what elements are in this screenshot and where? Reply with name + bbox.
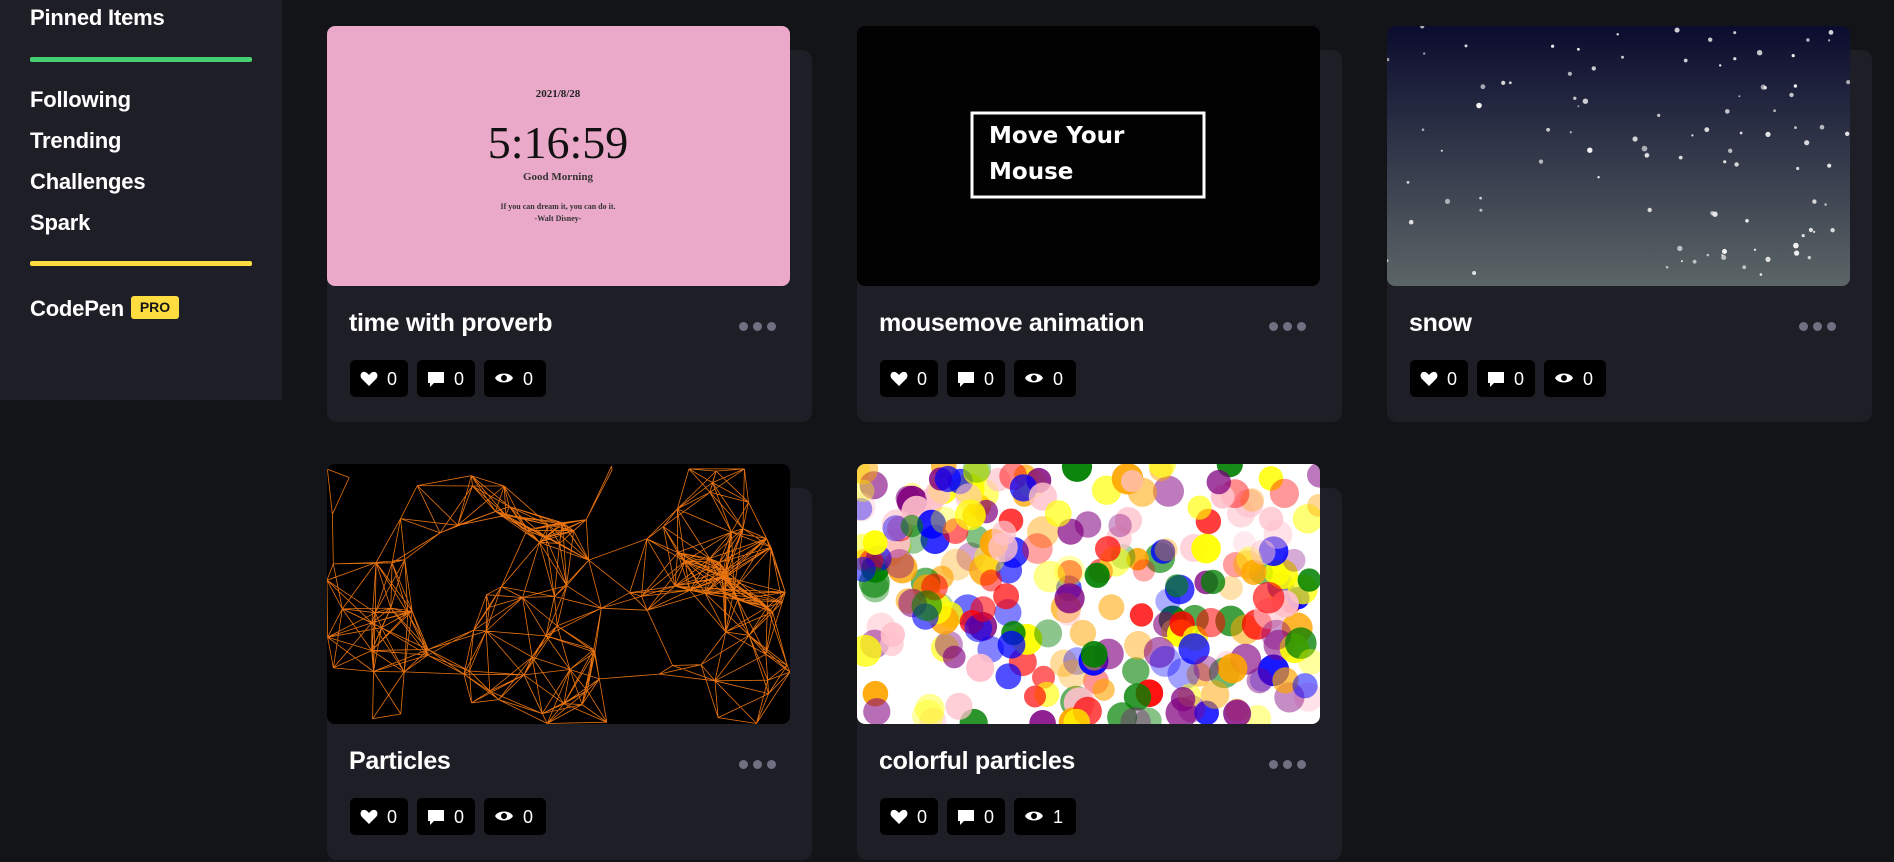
pinned-divider	[30, 57, 252, 62]
eye-icon	[1025, 373, 1043, 383]
pen-title[interactable]: snow	[1409, 309, 1472, 338]
comment-icon	[428, 810, 444, 825]
comment-icon	[428, 372, 444, 387]
like-count: 0	[917, 807, 928, 827]
comment-button[interactable]: 0	[1477, 360, 1535, 397]
comment-count: 0	[984, 807, 995, 827]
view-button[interactable]: 1	[1014, 798, 1076, 835]
comment-button[interactable]: 0	[417, 798, 475, 835]
pen-card: snow 0 0 0	[1387, 26, 1872, 422]
pen-title[interactable]: time with proverb	[349, 309, 553, 338]
more-dots-icon[interactable]	[1269, 319, 1313, 331]
comment-button[interactable]: 0	[417, 360, 475, 397]
comment-icon	[1488, 372, 1504, 387]
like-count: 0	[1447, 369, 1458, 389]
more-dots-icon[interactable]	[1799, 319, 1843, 331]
nav-divider	[30, 261, 252, 266]
comment-count: 0	[454, 807, 465, 827]
pen-preview[interactable]: 2021/8/28 5:16:59 Good Morning If you ca…	[327, 26, 790, 286]
heart-icon	[890, 371, 908, 386]
heart-icon	[1420, 371, 1438, 386]
pen-preview[interactable]	[1387, 26, 1850, 286]
heart-icon	[360, 809, 378, 824]
sidebar-item-trending[interactable]: Trending	[30, 128, 121, 154]
view-button[interactable]: 0	[1014, 360, 1076, 397]
view-count: 0	[523, 807, 534, 827]
sidebar-item-following[interactable]: Following	[30, 87, 131, 113]
preview-date: 2021/8/28	[536, 88, 581, 100]
sidebar: Pinned Items Following Trending Challeng…	[0, 0, 282, 400]
more-dots-icon[interactable]	[739, 757, 783, 769]
pen-title[interactable]: colorful particles	[879, 747, 1075, 776]
like-count: 0	[917, 369, 928, 389]
pen-preview[interactable]	[857, 464, 1320, 724]
pen-card: colorful particles 0 0 1	[857, 464, 1342, 860]
view-count: 1	[1053, 807, 1064, 827]
comment-count: 0	[454, 369, 465, 389]
pen-card: Move Your Mouse mousemove animation 0 0 …	[857, 26, 1342, 422]
pen-card: 2021/8/28 5:16:59 Good Morning If you ca…	[327, 26, 812, 422]
eye-icon	[495, 373, 513, 383]
pen-title[interactable]: mousemove animation	[879, 309, 1145, 338]
comment-count: 0	[1514, 369, 1525, 389]
preview-author: -Walt Disney-	[535, 214, 582, 223]
comment-count: 0	[984, 369, 995, 389]
preview-quote: If you can dream it, you can do it.	[501, 202, 616, 211]
like-button[interactable]: 0	[350, 360, 408, 397]
sidebar-item-codepen[interactable]: CodePen	[30, 296, 124, 322]
like-button[interactable]: 0	[1410, 360, 1468, 397]
sidebar-item-challenges[interactable]: Challenges	[30, 169, 146, 195]
more-dots-icon[interactable]	[739, 319, 783, 331]
pen-preview[interactable]	[327, 464, 790, 724]
pen-card: Particles 0 0 0	[327, 464, 812, 860]
view-button[interactable]: 0	[1544, 360, 1606, 397]
comment-button[interactable]: 0	[947, 798, 1005, 835]
pen-title[interactable]: Particles	[349, 747, 451, 776]
eye-icon	[1555, 373, 1573, 383]
eye-icon	[1025, 811, 1043, 821]
eye-icon	[495, 811, 513, 821]
view-count: 0	[523, 369, 534, 389]
like-count: 0	[387, 369, 398, 389]
like-button[interactable]: 0	[350, 798, 408, 835]
preview-clock: 5:16:59	[488, 117, 629, 168]
preview-greeting: Good Morning	[523, 171, 593, 183]
pen-preview[interactable]: Move Your Mouse	[857, 26, 1320, 286]
pro-badge[interactable]: PRO	[131, 296, 179, 319]
comment-icon	[958, 810, 974, 825]
preview-text-line2: Mouse	[989, 159, 1073, 185]
like-count: 0	[387, 807, 398, 827]
preview-text-line1: Move Your	[989, 123, 1125, 149]
comment-icon	[958, 372, 974, 387]
sidebar-item-pinned[interactable]: Pinned Items	[30, 5, 165, 31]
more-dots-icon[interactable]	[1269, 757, 1313, 769]
view-count: 0	[1583, 369, 1594, 389]
heart-icon	[890, 809, 908, 824]
sidebar-item-spark[interactable]: Spark	[30, 210, 90, 236]
like-button[interactable]: 0	[880, 798, 938, 835]
view-button[interactable]: 0	[484, 360, 546, 397]
view-button[interactable]: 0	[484, 798, 546, 835]
comment-button[interactable]: 0	[947, 360, 1005, 397]
like-button[interactable]: 0	[880, 360, 938, 397]
heart-icon	[360, 371, 378, 386]
view-count: 0	[1053, 369, 1064, 389]
